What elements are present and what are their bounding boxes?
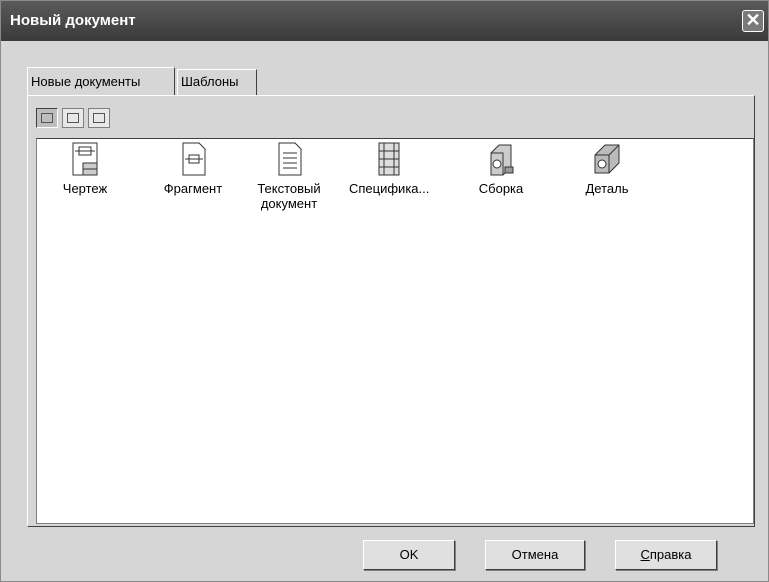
details-view-button[interactable] bbox=[88, 108, 110, 128]
assembly-icon bbox=[490, 144, 514, 176]
small-icons-view-button[interactable] bbox=[62, 108, 84, 128]
view-toolbar bbox=[36, 108, 120, 128]
dialog-title: Новый документ bbox=[10, 12, 136, 29]
large-icons-view-button[interactable] bbox=[36, 108, 58, 128]
part-icon bbox=[594, 144, 620, 174]
tab-panel: Чертеж Фрагмент Текстовый документ Специ… bbox=[27, 95, 755, 527]
help-mnemonic: С bbox=[640, 547, 650, 562]
large-icons-view-icon bbox=[41, 113, 53, 123]
list-item-part[interactable]: Деталь bbox=[567, 141, 647, 196]
list-item-label: Текстовый документ bbox=[257, 181, 321, 211]
help-button[interactable]: Справка bbox=[615, 540, 717, 570]
list-item-drawing[interactable]: Чертеж bbox=[45, 141, 125, 196]
list-item-label: Специфика... bbox=[349, 181, 430, 196]
help-label: правка bbox=[649, 547, 692, 562]
new-document-dialog: Новый документ ✕ Новые документы Шаблоны… bbox=[0, 0, 769, 582]
close-button[interactable]: ✕ bbox=[742, 10, 764, 32]
small-icons-view-icon bbox=[67, 113, 79, 123]
list-item-specification[interactable]: Специфика... bbox=[349, 141, 429, 196]
document-list: Чертеж Фрагмент Текстовый документ Специ… bbox=[36, 138, 754, 524]
list-item-assembly[interactable]: Сборка bbox=[461, 141, 541, 196]
list-item-label: Фрагмент bbox=[163, 181, 223, 196]
tab-templates[interactable]: Шаблоны bbox=[177, 69, 257, 95]
fragment-icon bbox=[182, 142, 206, 176]
text-document-icon bbox=[278, 142, 302, 176]
specification-icon bbox=[378, 142, 400, 176]
list-item-fragment[interactable]: Фрагмент bbox=[153, 141, 233, 196]
ok-button[interactable]: OK bbox=[363, 540, 455, 570]
title-bar: Новый документ ✕ bbox=[1, 1, 768, 41]
list-item-label: Сборка bbox=[478, 181, 524, 196]
list-item-text-document[interactable]: Текстовый документ bbox=[249, 141, 329, 211]
details-view-icon bbox=[93, 113, 105, 123]
list-item-label: Чертеж bbox=[62, 181, 108, 196]
tab-new-documents[interactable]: Новые документы bbox=[27, 67, 175, 95]
list-item-label: Деталь bbox=[585, 181, 629, 196]
drawing-icon bbox=[72, 142, 98, 176]
cancel-button[interactable]: Отмена bbox=[485, 540, 585, 570]
